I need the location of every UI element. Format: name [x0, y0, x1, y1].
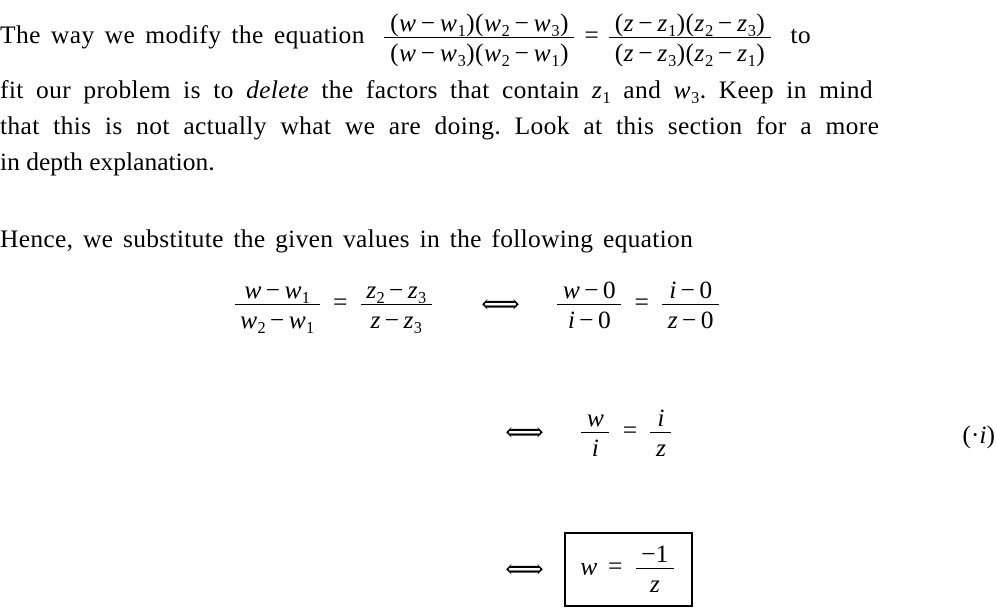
disp1-sub-right-fraction: i −0 z −0	[662, 275, 720, 333]
disp1-sub-left-numerator: w −0	[562, 275, 616, 304]
paragraph-line-3: that this is not actually what we are do…	[0, 111, 880, 140]
disp1-sub-left-denominator: i −0	[557, 304, 622, 333]
disp2-left-numerator: w	[586, 403, 604, 432]
paragraph-line-2: fit our problem is to delete the factors…	[0, 72, 997, 108]
disp1-left-denominator: w2− w1	[234, 304, 320, 336]
cross-ratio-left-numerator: (w − w1)(w2− w3)	[390, 7, 569, 40]
display-equation-row-3: ⟺ w = −1 z	[497, 532, 693, 608]
disp1-right-numerator: z2− z3	[366, 275, 427, 307]
disp2-right-fraction: i z	[650, 403, 672, 461]
display-equation-row-1: w − w1 w2− w1 = z2− z3 z − z3 ⟺ w −0 i −0 = i −0 …	[232, 275, 722, 336]
cross-ratio-left-fraction: (w − w1)(w2− w3) (w − w3)(w2− w1)	[384, 7, 575, 68]
document-page: The way we modify the equation (w − w1)(w2−…	[0, 0, 997, 613]
disp2-equals: =	[622, 415, 638, 445]
paragraph-line-2-part-c: and	[623, 75, 662, 104]
boxed-result: w = −1 z	[564, 532, 693, 608]
disp2-right-denominator: z	[650, 432, 672, 461]
paragraph-line-1-text-after: to	[790, 20, 812, 49]
paragraph-block-1: The way we modify the equation (w − w1)(w2−…	[0, 0, 997, 180]
cross-ratio-equals: =	[584, 20, 600, 49]
boxed-lhs: w	[580, 551, 598, 581]
paragraph-line-2-part-a: fit our problem is to	[0, 75, 234, 104]
iff-arrow-3: ⟺	[505, 554, 544, 585]
cross-ratio-right-denominator: (z − z3)(z2− z1)	[609, 36, 771, 68]
disp1-equals: =	[333, 287, 348, 317]
cross-ratio-left-denominator: (w − w3)(w2− w1)	[384, 36, 575, 68]
inline-symbol-z1: z1	[591, 75, 611, 107]
disp2-right-numerator: i	[657, 403, 665, 432]
equation-tag: (·i)	[962, 420, 995, 449]
cross-ratio-equation: (w − w1)(w2− w3) (w − w3)(w2− w1) = (z − z1)(z2− z3)…	[379, 9, 777, 68]
disp2-left-denominator: i	[581, 432, 610, 461]
cross-ratio-right-numerator: (z − z1)(z2− z3)	[614, 7, 766, 40]
disp2-left-fraction: w i	[581, 403, 610, 461]
disp1-sub-right-denominator: z −0	[662, 304, 720, 333]
cross-ratio-right-fraction: (z − z1)(z2− z3) (z − z3)(z2− z1)	[609, 7, 771, 68]
paragraph-line-1: The way we modify the equation (w − w1)(w2−…	[0, 0, 997, 70]
boxed-equals: =	[608, 551, 623, 581]
paragraph-line-2-emphasis: delete	[246, 75, 310, 104]
iff-arrow-2: ⟺	[505, 417, 544, 448]
disp1-sub-left-fraction: w −0 i −0	[557, 275, 622, 333]
disp1-left-numerator: w − w1	[244, 275, 310, 307]
boxed-numerator: −1	[641, 539, 669, 568]
boxed-denominator: z	[635, 568, 674, 597]
disp1-sub-right-numerator: i −0	[669, 275, 713, 304]
paragraph-line-2-part-d: . Keep in mind	[699, 75, 873, 104]
disp1-left-fraction: w − w1 w2− w1	[234, 275, 320, 336]
inline-symbol-w3: w3	[673, 75, 700, 107]
disp1-sub-equals: =	[634, 287, 649, 317]
iff-arrow-1: ⟺	[481, 289, 520, 320]
paragraph-line-4: in depth explanation.	[0, 147, 215, 176]
paragraph-hence: Hence, we substitute the given values in…	[0, 224, 694, 253]
disp1-right-denominator: z − z3	[360, 304, 432, 336]
paragraph-line-1-text-before: The way we modify the equation	[0, 20, 365, 49]
disp1-right-fraction: z2− z3 z − z3	[360, 275, 432, 336]
paragraph-line-2-part-b: the factors that contain	[321, 75, 580, 104]
boxed-fraction: −1 z	[635, 539, 674, 597]
display-equation-row-2: ⟺ w i = i z	[497, 404, 674, 461]
